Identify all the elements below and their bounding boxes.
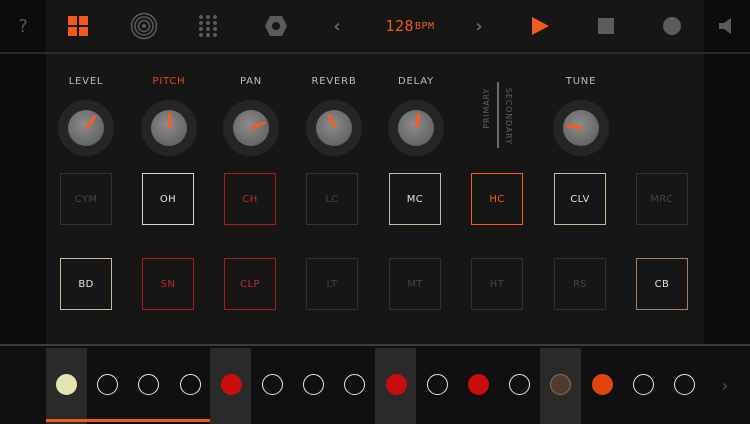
- right-margin: [704, 54, 750, 344]
- step-6[interactable]: [262, 374, 283, 395]
- pad-mc[interactable]: MC: [389, 173, 441, 225]
- play-button[interactable]: [522, 0, 558, 52]
- pad-oh[interactable]: OH: [142, 173, 194, 225]
- tempo-increase-button[interactable]: ›: [464, 0, 494, 52]
- record-icon: [663, 17, 681, 35]
- speaker-rings-icon: [130, 12, 158, 40]
- dot-grid-icon: [199, 15, 217, 37]
- primary-label[interactable]: PRIMARY: [482, 88, 491, 129]
- pad-ch[interactable]: CH: [224, 173, 276, 225]
- speaker-icon: [719, 18, 731, 34]
- pad-mrc[interactable]: MRC: [636, 173, 688, 225]
- pan-knob[interactable]: [223, 100, 279, 156]
- knob-label-pitch: PITCH: [152, 76, 186, 87]
- step-4[interactable]: [179, 374, 201, 395]
- stop-icon: [598, 18, 614, 34]
- knob-label-pan: PAN: [239, 76, 263, 87]
- delay-knob[interactable]: [388, 100, 444, 156]
- sound-view-button[interactable]: [124, 0, 164, 52]
- step-10[interactable]: [426, 374, 448, 395]
- settings-button[interactable]: [256, 0, 296, 52]
- top-toolbar: ? ‹ 128 BPM ›: [0, 0, 750, 54]
- help-icon: ?: [18, 15, 28, 37]
- knob-label-delay: DELAY: [398, 76, 434, 87]
- step-16[interactable]: [674, 374, 695, 395]
- pad-clp[interactable]: CLP: [224, 258, 276, 310]
- pad-sn[interactable]: SN: [142, 258, 194, 310]
- play-icon: [532, 17, 549, 35]
- pad-mt[interactable]: MT: [389, 258, 441, 310]
- pad-cb[interactable]: CB: [636, 258, 688, 310]
- knob-label-level: LEVEL: [68, 76, 104, 87]
- step-14[interactable]: [591, 374, 613, 395]
- pad-rs[interactable]: RS: [554, 258, 606, 310]
- level-knob[interactable]: [58, 100, 114, 156]
- pad-hc[interactable]: HC: [471, 173, 523, 225]
- record-button[interactable]: [654, 0, 690, 52]
- tempo-unit: BPM: [415, 20, 435, 32]
- pad-lc[interactable]: LC: [306, 173, 358, 225]
- secondary-label[interactable]: SECONDARY: [504, 88, 513, 145]
- volume-button[interactable]: [704, 0, 750, 52]
- help-button[interactable]: ?: [0, 0, 46, 52]
- reverb-knob[interactable]: [306, 100, 362, 156]
- chevron-right-icon: ›: [721, 375, 729, 395]
- tempo-decrease-button[interactable]: ‹: [322, 0, 352, 52]
- pad-lt[interactable]: LT: [306, 258, 358, 310]
- step-1[interactable]: [56, 374, 77, 395]
- pad-clv[interactable]: CLV: [554, 173, 606, 225]
- tempo-value: 128: [385, 17, 415, 35]
- chevron-right-icon: ›: [475, 15, 483, 37]
- pitch-knob[interactable]: [141, 100, 197, 156]
- stop-button[interactable]: [588, 0, 624, 52]
- primary-secondary-switch[interactable]: [497, 82, 499, 148]
- step-9[interactable]: [385, 374, 407, 395]
- knob-label-reverb: REVERB: [311, 76, 357, 87]
- left-margin: [0, 54, 46, 344]
- step-11[interactable]: [468, 374, 489, 395]
- tune-knob[interactable]: [553, 100, 609, 156]
- grid-icon: [68, 16, 88, 36]
- tempo-display[interactable]: 128 BPM: [370, 0, 450, 52]
- step-15[interactable]: [632, 374, 654, 395]
- next-page-button[interactable]: ›: [710, 372, 740, 398]
- pad-cym[interactable]: CYM: [60, 173, 112, 225]
- step-5[interactable]: [220, 374, 242, 395]
- pads-view-button[interactable]: [58, 0, 98, 52]
- pattern-view-button[interactable]: [190, 0, 230, 52]
- pad-ht[interactable]: HT: [471, 258, 523, 310]
- chevron-left-icon: ‹: [333, 15, 341, 37]
- hexagon-nut-icon: [265, 16, 287, 36]
- knob-label-tune: TUNE: [565, 76, 597, 87]
- pad-bd[interactable]: BD: [60, 258, 112, 310]
